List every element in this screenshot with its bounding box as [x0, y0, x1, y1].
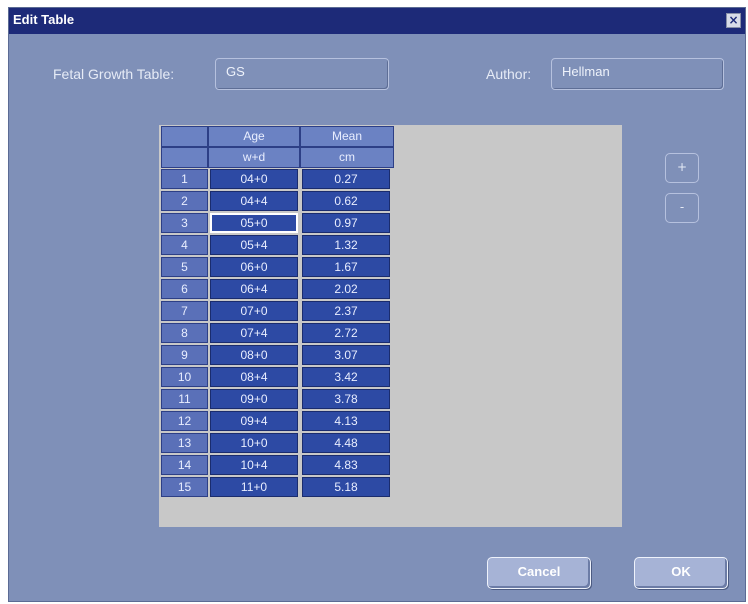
table-row: 7 07+0 2.37 [161, 301, 394, 321]
cancel-button[interactable]: Cancel [487, 557, 591, 589]
mean-cell[interactable]: 0.97 [302, 213, 390, 233]
age-column-header: Age [208, 126, 300, 147]
table-row: 1 04+0 0.27 [161, 169, 394, 189]
table-panel: Age Mean w+d cm 1 04+0 0.27 2 04+4 0.62 3 05+0 0… [159, 125, 622, 527]
mean-cell[interactable]: 4.83 [302, 455, 390, 475]
row-index-cell[interactable]: 5 [161, 257, 208, 277]
mean-column-header: Mean [300, 126, 394, 147]
mean-cell[interactable]: 0.27 [302, 169, 390, 189]
close-button[interactable]: × [726, 13, 741, 28]
mean-cell[interactable]: 0.62 [302, 191, 390, 211]
row-index-cell[interactable]: 1 [161, 169, 208, 189]
age-cell[interactable]: 06+4 [210, 279, 298, 299]
fetal-growth-table-label: Fetal Growth Table: [53, 66, 175, 82]
table-row: 8 07+4 2.72 [161, 323, 394, 343]
ok-button[interactable]: OK [634, 557, 728, 589]
row-index-cell[interactable]: 3 [161, 213, 208, 233]
row-index-cell[interactable]: 2 [161, 191, 208, 211]
age-cell[interactable]: 06+0 [210, 257, 298, 277]
table-row: 13 10+0 4.48 [161, 433, 394, 453]
edit-table-dialog: Edit Table × Fetal Growth Table: GS Auth… [8, 7, 746, 602]
mean-cell[interactable]: 2.02 [302, 279, 390, 299]
age-cell[interactable]: 09+4 [210, 411, 298, 431]
age-cell[interactable]: 07+4 [210, 323, 298, 343]
corner-header-cell [161, 126, 208, 147]
row-index-cell[interactable]: 9 [161, 345, 208, 365]
age-cell[interactable]: 09+0 [210, 389, 298, 409]
age-cell[interactable]: 08+4 [210, 367, 298, 387]
mean-cell[interactable]: 2.72 [302, 323, 390, 343]
age-cell[interactable]: 05+4 [210, 235, 298, 255]
corner-unit-cell [161, 147, 208, 168]
age-cell[interactable]: 04+4 [210, 191, 298, 211]
table-row: 4 05+4 1.32 [161, 235, 394, 255]
mean-cell[interactable]: 4.48 [302, 433, 390, 453]
table-row: 6 06+4 2.02 [161, 279, 394, 299]
mean-unit-header: cm [300, 147, 394, 168]
author-label: Author: [486, 66, 532, 82]
table-row: 11 09+0 3.78 [161, 389, 394, 409]
mean-cell[interactable]: 1.32 [302, 235, 390, 255]
age-cell[interactable]: 07+0 [210, 301, 298, 321]
title-bar: Edit Table × [9, 8, 745, 34]
age-cell[interactable]: 08+0 [210, 345, 298, 365]
remove-row-button[interactable]: - [665, 193, 699, 223]
table-row: 14 10+4 4.83 [161, 455, 394, 475]
age-cell[interactable]: 11+0 [210, 477, 298, 497]
row-index-cell[interactable]: 11 [161, 389, 208, 409]
add-row-button[interactable]: + [665, 153, 699, 183]
table-row: 15 11+0 5.18 [161, 477, 394, 497]
row-index-cell[interactable]: 13 [161, 433, 208, 453]
row-index-cell[interactable]: 10 [161, 367, 208, 387]
age-unit-header: w+d [208, 147, 300, 168]
row-index-cell[interactable]: 8 [161, 323, 208, 343]
row-index-cell[interactable]: 6 [161, 279, 208, 299]
row-index-cell[interactable]: 12 [161, 411, 208, 431]
mean-cell[interactable]: 1.67 [302, 257, 390, 277]
mean-cell[interactable]: 3.78 [302, 389, 390, 409]
table-row: 12 09+4 4.13 [161, 411, 394, 431]
mean-cell[interactable]: 2.37 [302, 301, 390, 321]
age-cell[interactable]: 04+0 [210, 169, 298, 189]
table-row: 5 06+0 1.67 [161, 257, 394, 277]
fetal-growth-table-field[interactable]: GS [215, 58, 389, 90]
age-cell[interactable]: 10+0 [210, 433, 298, 453]
table-row: 3 05+0 0.97 [161, 213, 394, 233]
table-row: 9 08+0 3.07 [161, 345, 394, 365]
mean-cell[interactable]: 4.13 [302, 411, 390, 431]
age-cell[interactable]: 10+4 [210, 455, 298, 475]
table-row: 2 04+4 0.62 [161, 191, 394, 211]
row-index-cell[interactable]: 14 [161, 455, 208, 475]
row-index-cell[interactable]: 4 [161, 235, 208, 255]
age-cell[interactable]: 05+0 [210, 213, 298, 233]
row-index-cell[interactable]: 7 [161, 301, 208, 321]
table-row: 10 08+4 3.42 [161, 367, 394, 387]
mean-cell[interactable]: 3.42 [302, 367, 390, 387]
author-field[interactable]: Hellman [551, 58, 724, 90]
dialog-title: Edit Table [13, 12, 75, 27]
mean-cell[interactable]: 3.07 [302, 345, 390, 365]
row-index-cell[interactable]: 15 [161, 477, 208, 497]
mean-cell[interactable]: 5.18 [302, 477, 390, 497]
